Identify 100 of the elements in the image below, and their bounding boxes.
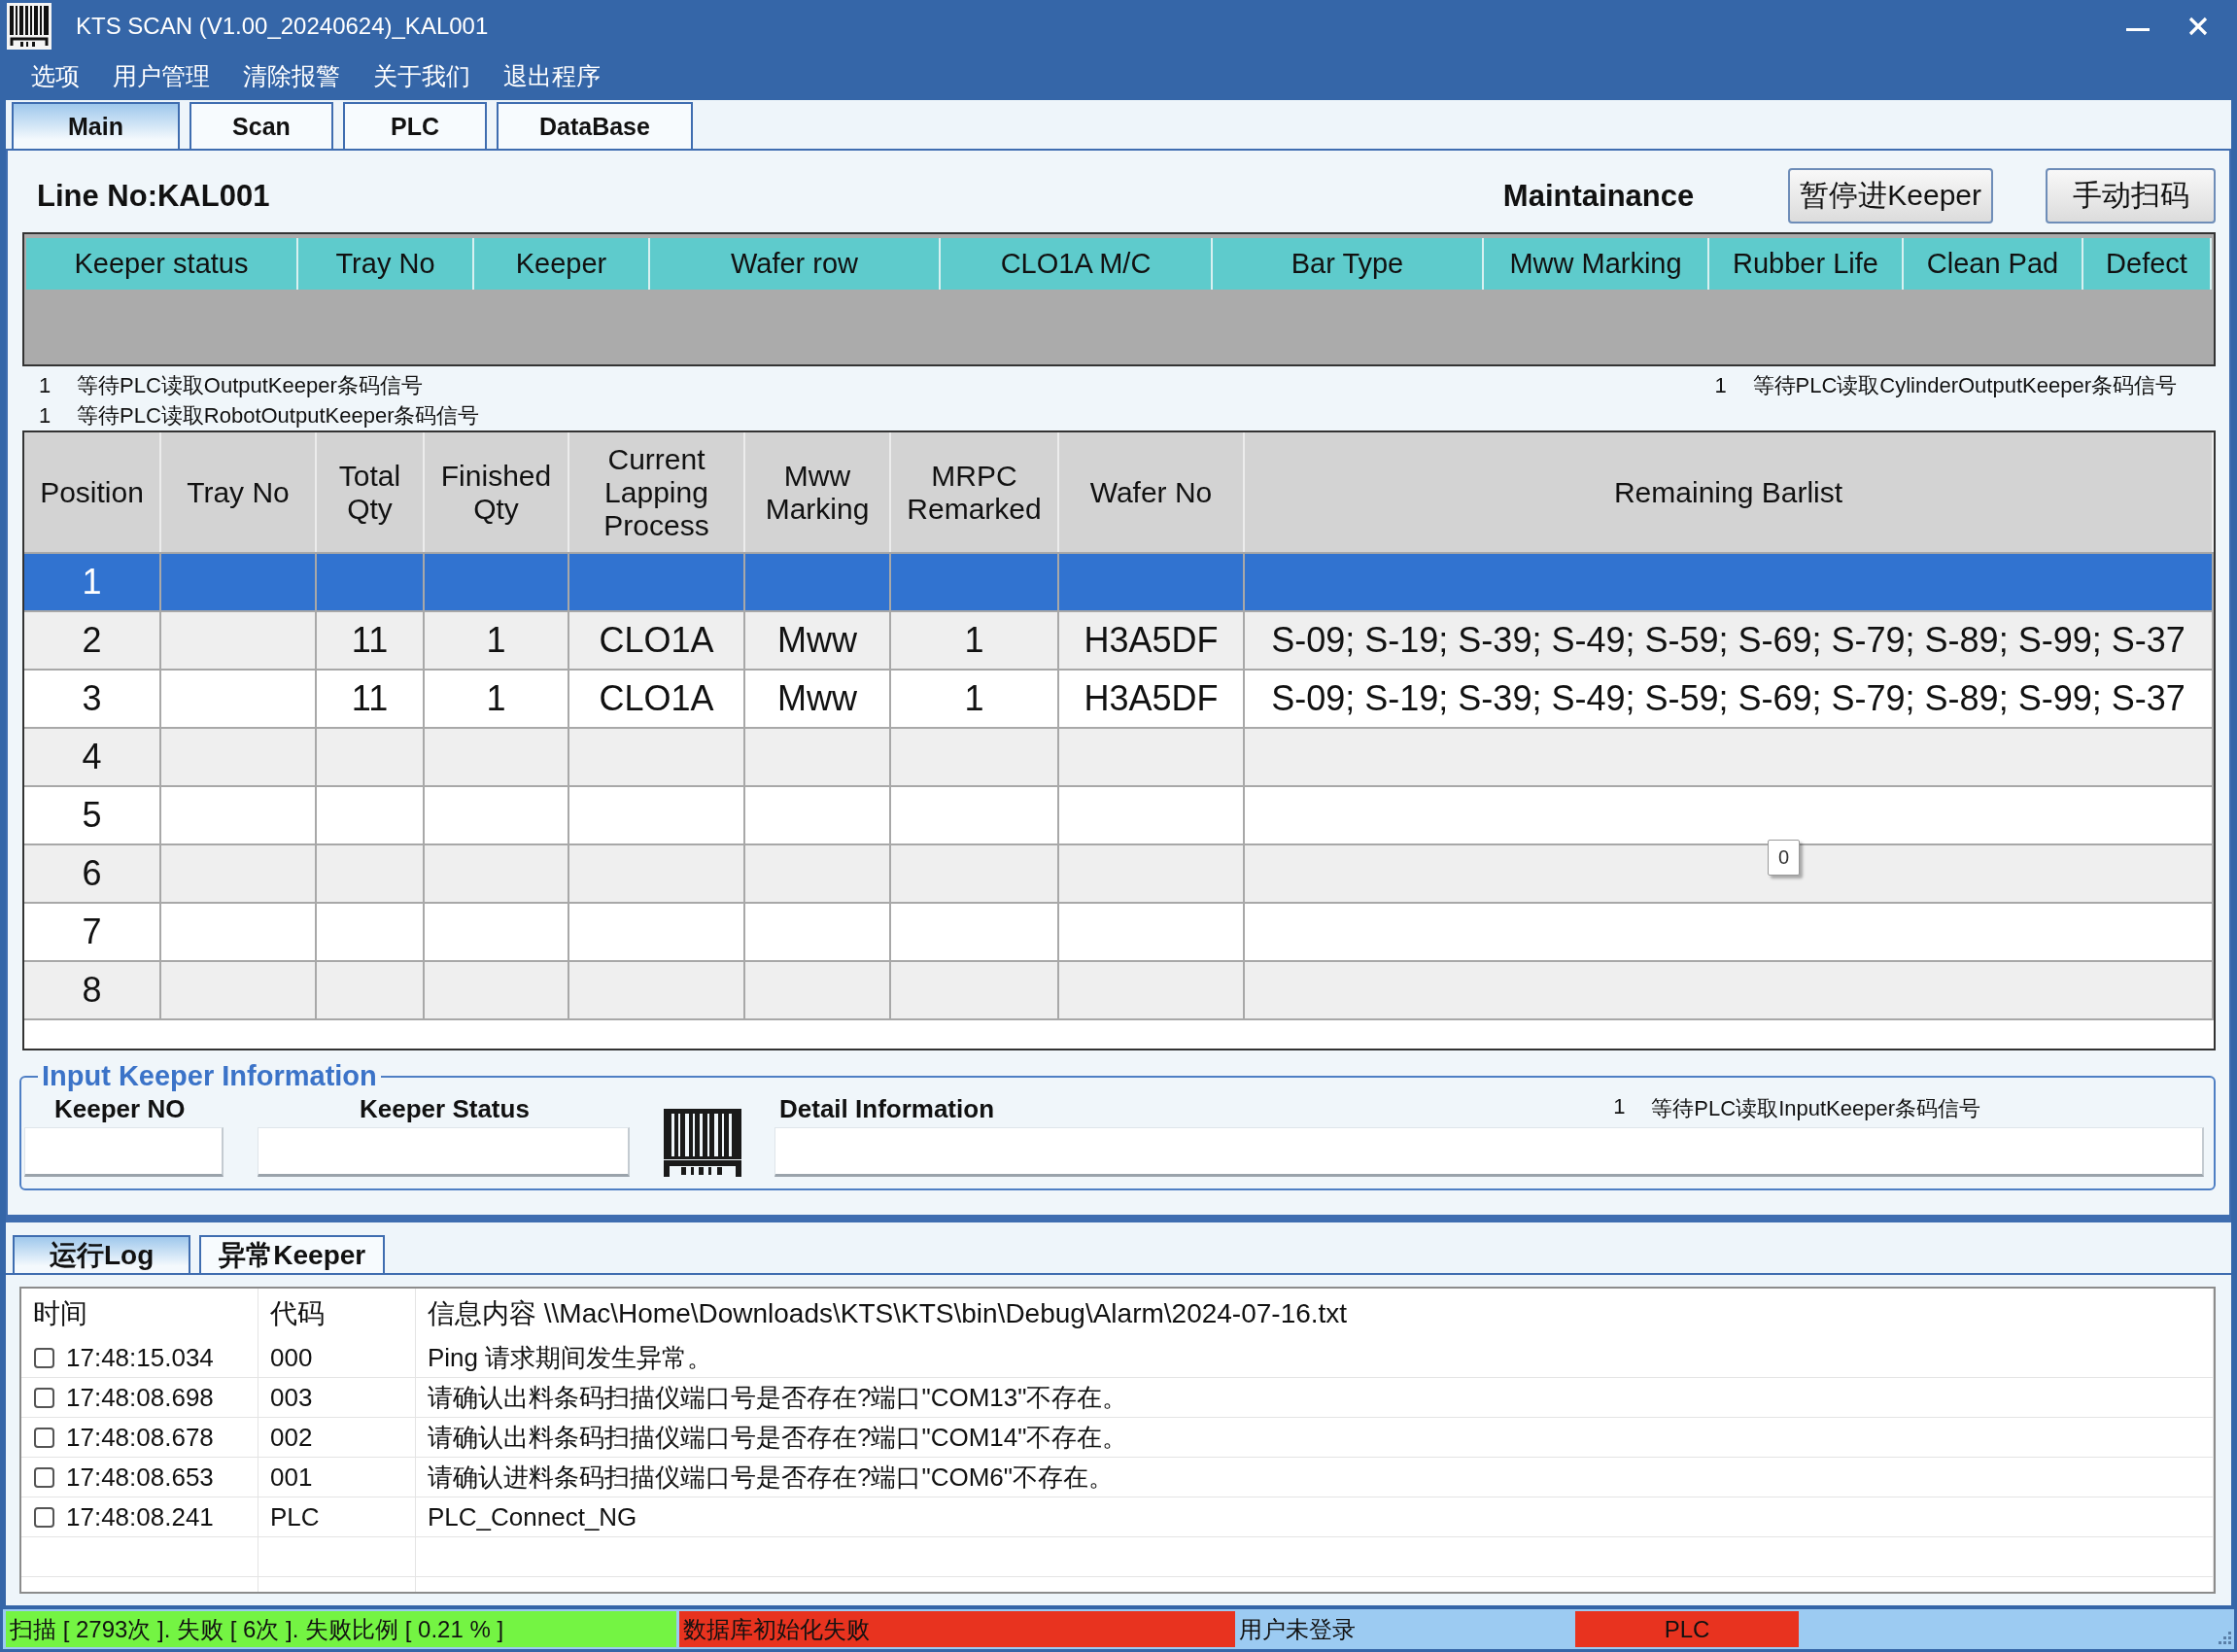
tab[interactable]: 异常Keeper <box>199 1235 386 1273</box>
column-header: Rubber Life <box>1709 238 1904 290</box>
column-header: Clean Pad <box>1904 238 2083 290</box>
column-header: 代码 <box>270 1296 325 1330</box>
table-cell: H3A5DF <box>1084 678 1219 719</box>
table-cell: 17:48:08.653 <box>66 1462 214 1493</box>
table-cell-text: 请确认进料条码扫描仪端口号是否存在?端口"COM6"不存在。 <box>428 1461 1115 1494</box>
checkbox[interactable] <box>34 1427 54 1448</box>
status-message: 等待PLC读取OutputKeeper条码信号 <box>77 371 423 399</box>
checkbox[interactable] <box>34 1347 54 1368</box>
checkbox[interactable] <box>34 1506 54 1528</box>
count-label: 1 <box>1714 372 1728 398</box>
column-header: CLO1A M/C <box>941 238 1213 290</box>
section-label: Maintainance <box>1502 178 1695 214</box>
table-cell-text: 请确认出料条码扫描仪端口号是否存在?端口"COM14"不存在。 <box>428 1421 1128 1454</box>
tab[interactable]: Scan <box>189 102 333 149</box>
checkbox[interactable] <box>34 1466 54 1488</box>
action-button[interactable]: 暂停进Keeper <box>1788 168 1993 224</box>
count-label: 1 <box>39 372 52 398</box>
barcode-icon <box>7 3 52 50</box>
table-row[interactable]: 1 <box>24 554 2214 612</box>
status-message: 等待PLC读取CylinderOutputKeeper条码信号 <box>1752 371 2177 399</box>
table-cell: 1 <box>486 620 506 661</box>
tab[interactable]: Main <box>12 102 180 149</box>
window-title: KTS SCAN (V1.00_20240624)_KAL001 <box>76 13 489 40</box>
table-cell: CLO1A <box>599 620 714 661</box>
column-header: 信息内容 \\Mac\Home\Downloads\KTS\KTS\bin\Debug\Alarm\2024-07-16.txt <box>428 1296 1348 1330</box>
barcode-icon <box>664 1109 741 1177</box>
table-cell: 17:48:08.678 <box>66 1422 214 1453</box>
table-cell-text: Ping 请求期间发生异常。 <box>428 1341 713 1374</box>
column-header: Remaining Barlist <box>1613 475 1843 509</box>
column-header: Defect <box>2083 238 2212 290</box>
table-cell: 000 <box>270 1342 313 1373</box>
count-label: 1 <box>39 402 52 429</box>
status-panel: 数据库初始化失败 <box>679 1611 1235 1647</box>
table-cell: 002 <box>270 1422 313 1453</box>
table-cell: Mww <box>777 620 857 661</box>
line-number-label: Line No:KAL001 <box>37 178 270 214</box>
table-row[interactable]: 5 <box>24 787 2214 845</box>
column-header: Current Lapping Process <box>602 442 710 542</box>
close-icon[interactable] <box>2188 17 2208 36</box>
menu-item[interactable]: 关于我们 <box>357 56 487 96</box>
count-label: 1 <box>1613 1094 1627 1120</box>
column-header: Keeper <box>474 238 650 290</box>
menu-item[interactable]: 清除报警 <box>226 56 357 96</box>
tab[interactable]: 运行Log <box>13 1235 191 1273</box>
table-row[interactable]: 4 <box>24 729 2214 787</box>
tab[interactable]: PLC <box>342 102 487 149</box>
status-panel: PLC <box>1575 1611 1799 1647</box>
table-cell: 1 <box>486 678 506 719</box>
input-field[interactable] <box>24 1127 224 1177</box>
table-cell: 2 <box>82 620 102 661</box>
table-row[interactable]: 2 11 1 CLO1A Mww 1 H3A5DF S-09; S-19; S-39; S-49; S-59; S-69; S-79; S-89; S-99; S-37 <box>24 612 2214 671</box>
table-cell: 4 <box>82 737 102 777</box>
table-row[interactable]: 7 <box>24 904 2214 962</box>
table-cell: 3 <box>82 678 102 719</box>
table-cell: H3A5DF <box>1084 620 1219 661</box>
status-message: 等待PLC读取InputKeeper条码信号 <box>1651 1095 1980 1122</box>
column-header: 时间 <box>33 1296 87 1330</box>
action-button[interactable]: 手动扫码 <box>2046 168 2216 224</box>
table-cell: 001 <box>270 1462 313 1493</box>
column-header: Total Qty <box>337 459 402 526</box>
table-cell-text: 请确认出料条码扫描仪端口号是否存在?端口"COM13"不存在。 <box>428 1381 1128 1414</box>
table-cell: 8 <box>82 970 102 1011</box>
tooltip: 0 <box>1768 840 1801 876</box>
table-cell: 11 <box>351 678 389 719</box>
table-cell: PLC_Connect_NG <box>428 1501 637 1532</box>
input-field[interactable] <box>258 1127 630 1177</box>
field-label: Keeper Status <box>359 1093 531 1124</box>
table-cell: S-09; S-19; S-39; S-49; S-59; S-69; S-79; S-89; S-99; S-37 <box>1271 620 2185 661</box>
column-header: Tray No <box>187 475 290 509</box>
column-header: Position <box>40 475 144 509</box>
column-header: Keeper status <box>26 238 298 290</box>
table-cell: 6 <box>82 853 102 894</box>
table-row[interactable]: 8 <box>24 962 2214 1020</box>
tab[interactable]: DataBase <box>496 102 693 149</box>
table-cell: 5 <box>82 795 102 836</box>
column-header: Mww Marking <box>1484 238 1709 290</box>
column-header: MRPC Remarked <box>906 459 1043 526</box>
field-label: Detail Information <box>779 1093 994 1124</box>
table-cell: 1 <box>82 562 102 602</box>
status-message: 等待PLC读取RobotOutputKeeper条码信号 <box>77 401 480 430</box>
menu-item[interactable]: 退出程序 <box>487 56 617 96</box>
group-title: Input Keeper Information <box>41 1060 378 1092</box>
column-header: Tray No <box>298 238 474 290</box>
table-row[interactable]: 3 11 1 CLO1A Mww 1 H3A5DF S-09; S-19; S-39; S-49; S-59; S-69; S-79; S-89; S-99; S-37 <box>24 671 2214 729</box>
menu-item[interactable]: 用户管理 <box>96 56 226 96</box>
minimize-icon[interactable] <box>2126 27 2150 31</box>
table-cell: 7 <box>82 912 102 952</box>
table-cell: 003 <box>270 1382 313 1413</box>
table-cell: 17:48:15.034 <box>66 1342 214 1373</box>
checkbox[interactable] <box>34 1387 54 1408</box>
column-header: Wafer row <box>650 238 941 290</box>
input-field[interactable] <box>774 1127 2204 1177</box>
table-cell: CLO1A <box>599 678 714 719</box>
table-cell: S-09; S-19; S-39; S-49; S-59; S-69; S-79; S-89; S-99; S-37 <box>1271 678 2185 719</box>
table-cell: Mww <box>777 678 857 719</box>
menu-item[interactable]: 选项 <box>15 56 96 96</box>
status-panel: 扫描 [ 2793次 ]. 失败 [ 6次 ]. 失败比例 [ 0.21 % ] <box>6 1611 676 1647</box>
table-cell: 1 <box>964 678 984 719</box>
